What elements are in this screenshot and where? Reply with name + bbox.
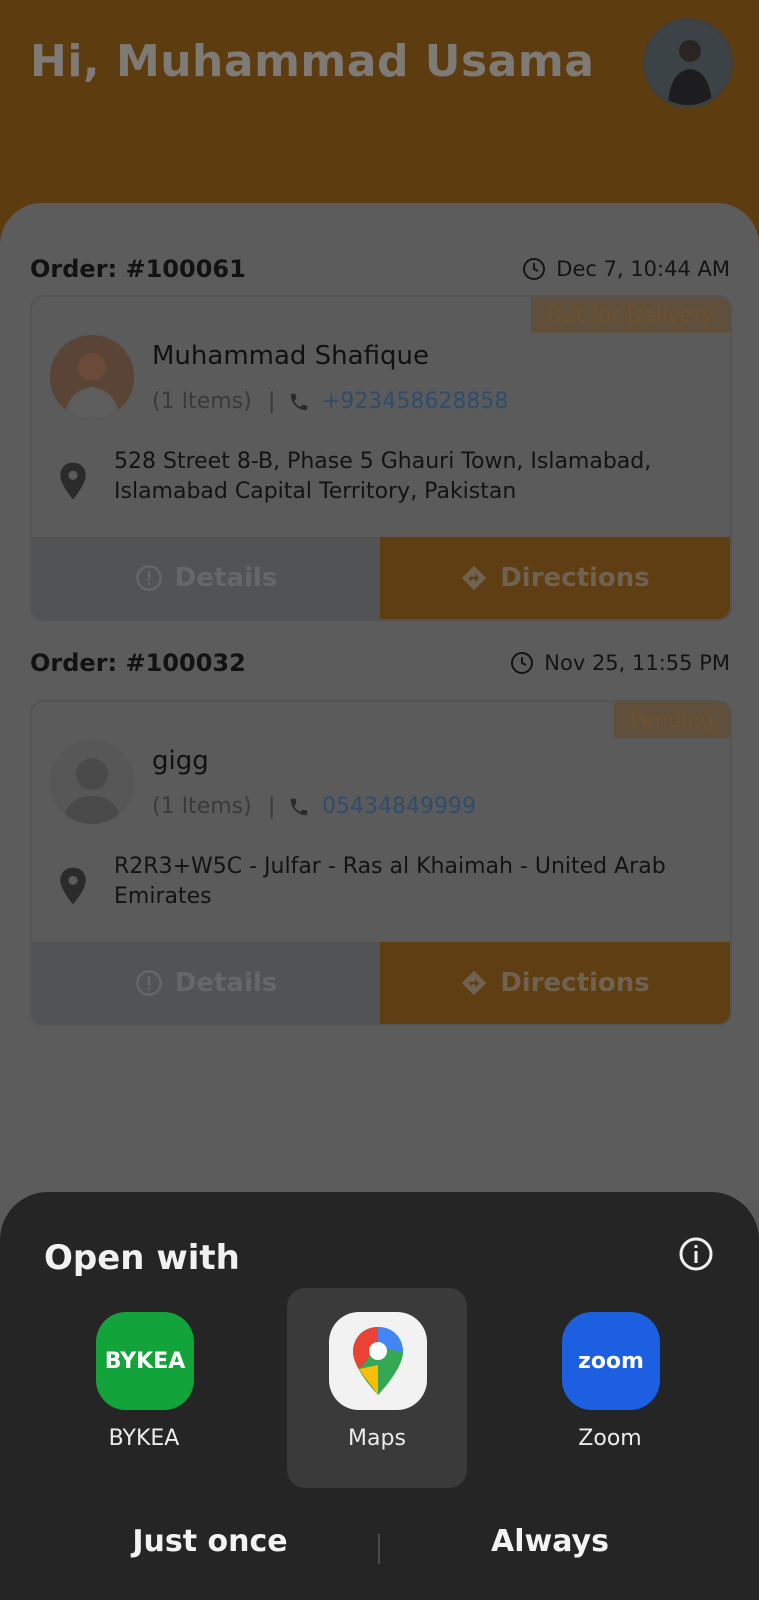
directions-button[interactable]: Directions xyxy=(380,537,730,619)
item-count: (1 Items) xyxy=(152,389,252,414)
bykea-app-icon: BYKEA xyxy=(96,1312,194,1410)
customer-avatar xyxy=(50,335,134,419)
info-icon xyxy=(135,565,162,591)
zoom-app-icon: zoom xyxy=(562,1312,660,1410)
sheet-title: Open with xyxy=(44,1238,240,1278)
orders-panel: Order: #100061 Dec 7, 10:44 AM Out for D… xyxy=(0,203,759,1203)
order-time-text: Dec 7, 10:44 AM xyxy=(556,257,730,281)
bykea-icon-text: BYKEA xyxy=(104,1348,186,1374)
profile-avatar[interactable] xyxy=(643,18,733,108)
open-with-sheet: Open with BYKEA BYKEA Maps zoom Zoom Jus… xyxy=(0,1192,759,1600)
google-maps-app-icon xyxy=(329,1312,427,1410)
status-badge: Pending xyxy=(614,702,730,738)
customer-avatar xyxy=(50,740,134,824)
greeting-title: Hi, Muhammad Usama xyxy=(30,36,595,87)
order-time-text: Nov 25, 11:55 PM xyxy=(544,651,730,675)
app-label: Zoom xyxy=(578,1426,642,1451)
delivery-address: R2R3+W5C - Julfar - Ras al Khaimah - Uni… xyxy=(114,854,666,909)
details-button[interactable]: Details xyxy=(32,942,380,1024)
order-card[interactable]: Out for Delivery Muhammad Shafique (1 It… xyxy=(30,295,732,621)
app-label: BYKEA xyxy=(108,1426,180,1451)
details-label: Details xyxy=(174,563,278,593)
status-badge: Out for Delivery xyxy=(530,297,730,333)
details-button[interactable]: Details xyxy=(32,537,380,619)
clock-icon xyxy=(523,258,546,280)
map-pin-icon xyxy=(353,1327,403,1395)
order-time: Nov 25, 11:55 PM xyxy=(510,651,730,675)
order-time: Dec 7, 10:44 AM xyxy=(522,257,730,281)
default-avatar-icon xyxy=(50,740,134,824)
order-header: Order: #100032 Nov 25, 11:55 PM xyxy=(30,649,730,681)
person-photo-icon xyxy=(646,21,730,105)
location-pin-icon xyxy=(60,462,86,500)
details-label: Details xyxy=(174,968,278,998)
order-header: Order: #100061 Dec 7, 10:44 AM xyxy=(30,255,730,287)
zoom-icon-text: zoom xyxy=(578,1348,644,1374)
phone-icon xyxy=(290,393,308,411)
phone-link[interactable]: 05434849999 xyxy=(322,794,476,819)
app-option-zoom[interactable]: zoom Zoom xyxy=(520,1288,700,1488)
directions-label: Directions xyxy=(500,563,650,593)
directions-label: Directions xyxy=(500,968,650,998)
person-photo-icon xyxy=(50,335,134,419)
customer-name: Muhammad Shafique xyxy=(152,341,429,371)
directions-button[interactable]: Directions xyxy=(380,942,730,1024)
just-once-button[interactable]: Just once xyxy=(100,1524,320,1559)
app-label: Maps xyxy=(348,1426,406,1451)
button-divider xyxy=(378,1534,380,1564)
item-count: (1 Items) xyxy=(152,794,252,819)
app-option-bykea[interactable]: BYKEA BYKEA xyxy=(54,1288,234,1488)
directions-icon xyxy=(461,970,487,996)
directions-icon xyxy=(461,565,487,591)
delivery-address: 528 Street 8-B, Phase 5 Ghauri Town, Isl… xyxy=(114,449,652,504)
phone-link[interactable]: +923458628858 xyxy=(322,389,508,414)
customer-name: gigg xyxy=(152,746,209,776)
clock-icon xyxy=(511,652,534,674)
info-icon xyxy=(135,970,162,996)
app-option-maps[interactable]: Maps xyxy=(287,1288,467,1488)
separator: | xyxy=(268,794,276,819)
phone-icon xyxy=(290,798,308,816)
location-pin-icon xyxy=(60,867,86,905)
separator: | xyxy=(268,389,276,414)
info-icon[interactable] xyxy=(678,1236,714,1272)
order-id: Order: #100061 xyxy=(30,255,246,283)
order-id: Order: #100032 xyxy=(30,649,246,677)
always-button[interactable]: Always xyxy=(440,1524,660,1559)
order-card[interactable]: Pending gigg (1 Items) | 05434849999 R2R… xyxy=(30,700,732,1026)
